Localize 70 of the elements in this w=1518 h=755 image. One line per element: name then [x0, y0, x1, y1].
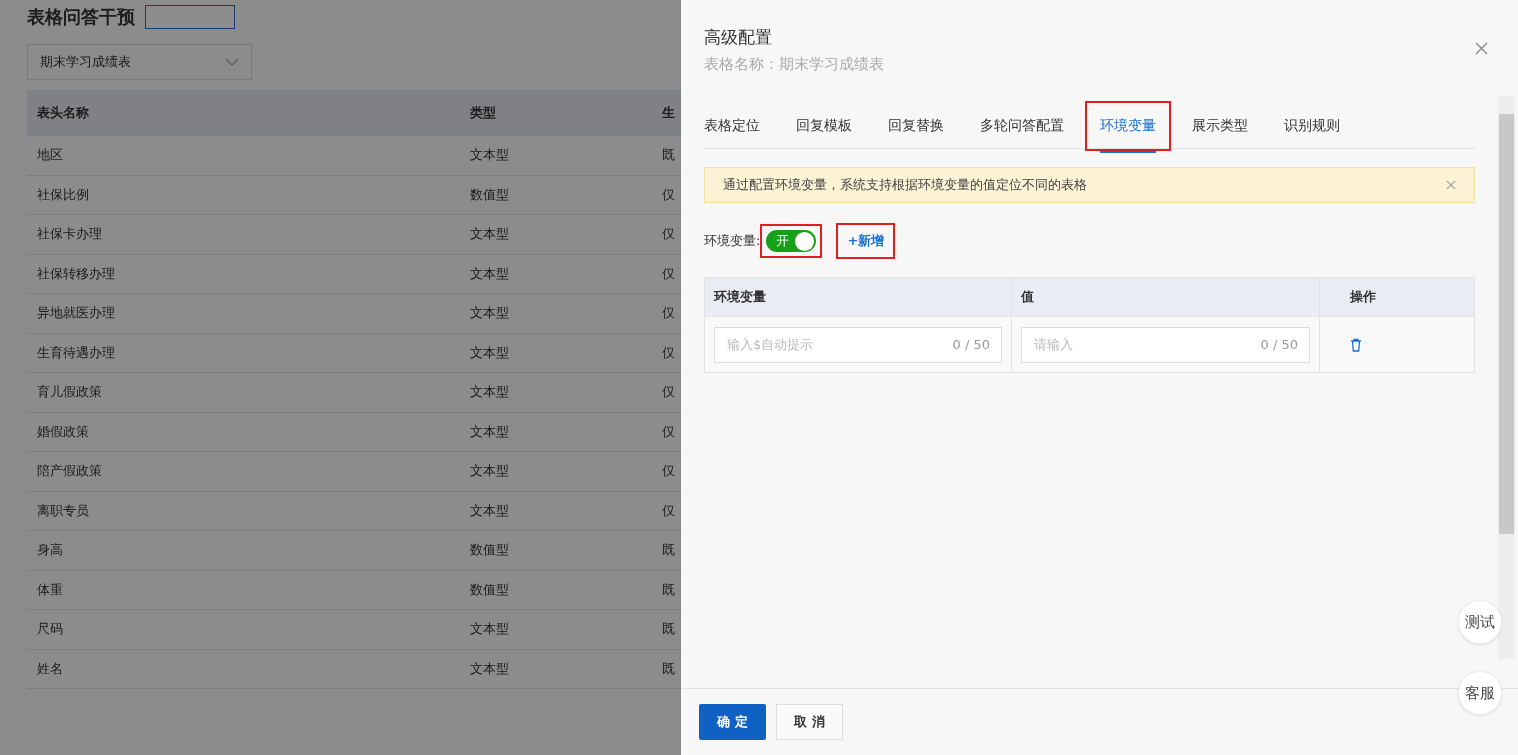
table-cell-text: 仅 — [662, 383, 676, 402]
table-cell-text: 仅 — [662, 501, 676, 520]
drawer-title: 高级配置 — [704, 26, 773, 49]
tab[interactable]: 回复替换 — [875, 110, 957, 142]
alert-text: 通过配置环境变量，系统支持根据环境变量的值定位不同的表格 — [723, 176, 1087, 194]
table-cell-text: 生育待遇办理 — [36, 343, 116, 362]
table-cell-text: 文本型 — [470, 422, 510, 441]
close-icon[interactable] — [1475, 42, 1488, 55]
table-cell-text: 仅 — [662, 304, 676, 323]
chevron-down-icon — [225, 58, 239, 66]
scrollbar[interactable] — [1498, 96, 1515, 659]
table-cell-text: 文本型 — [470, 146, 510, 165]
table-cell-text: 仅 — [662, 343, 676, 362]
table-cell-text: 身高 — [36, 541, 64, 560]
column-header: 生 — [662, 103, 676, 122]
character-count: 0 / 50 — [1260, 336, 1298, 352]
tab[interactable]: 识别规则 — [1271, 110, 1353, 142]
add-link[interactable]: +新增 — [838, 225, 894, 257]
table-cell-text: 既 — [662, 659, 676, 678]
close-icon[interactable] — [1446, 180, 1456, 190]
delete-icon[interactable] — [1350, 337, 1362, 352]
table-cell-text: 文本型 — [470, 501, 510, 520]
table-cell-text: 地区 — [36, 146, 64, 165]
table-cell-text: 仅 — [662, 422, 676, 441]
column-header: 表头名称 — [36, 103, 90, 122]
tab[interactable]: 回复模板 — [783, 110, 865, 142]
table-cell-text: 既 — [662, 620, 676, 639]
table-cell-text: 离职专员 — [36, 501, 90, 520]
table-cell-text: 既 — [662, 541, 676, 560]
table-cell-text: 数值型 — [470, 580, 510, 599]
table-cell-text: 文本型 — [470, 225, 510, 244]
table-cell-text: 文本型 — [470, 462, 510, 481]
table-select[interactable]: 期末学习成绩表 — [27, 44, 252, 80]
table-cell-text: 文本型 — [470, 264, 510, 283]
table-cell-text: 育儿假政策 — [36, 383, 103, 402]
table-cell-text: 社保转移办理 — [36, 264, 116, 283]
title-tab-button[interactable] — [145, 5, 235, 29]
cancel-button[interactable]: 取 消 — [776, 704, 843, 740]
column-header: 类型 — [470, 103, 497, 122]
switch-label: 环境变量: — [704, 232, 761, 250]
tab[interactable]: 展示类型 — [1179, 110, 1261, 142]
table-cell-text: 社保比例 — [36, 185, 90, 204]
table-cell-text: 陪产假政策 — [36, 462, 103, 481]
table-cell-text: 体重 — [36, 580, 64, 599]
table-cell-text: 仅 — [662, 225, 676, 244]
table-cell-text: 姓名 — [36, 659, 64, 678]
column-header: 值 — [1012, 278, 1320, 316]
table-cell-text: 仅 — [662, 264, 676, 283]
table-cell-text: 仅 — [662, 185, 676, 204]
column-header: 操作 — [1349, 288, 1377, 306]
table-cell-text: 数值型 — [470, 185, 510, 204]
drawer-subtitle: 表格名称：期末学习成绩表 — [704, 55, 884, 74]
confirm-button[interactable]: 确 定 — [699, 704, 766, 740]
tab[interactable]: 表格定位 — [704, 110, 773, 142]
tab[interactable]: 多轮问答配置 — [967, 110, 1077, 142]
table-cell-text: 异地就医办理 — [36, 304, 116, 323]
table-cell-text: 既 — [662, 146, 676, 165]
table-cell-text: 文本型 — [470, 620, 510, 639]
table-cell-text: 数值型 — [470, 541, 510, 560]
table-cell-text: 尺码 — [36, 620, 64, 639]
character-count: 0 / 50 — [952, 336, 990, 352]
table-cell-text: 社保卡办理 — [36, 225, 103, 244]
table-cell-text: 仅 — [662, 462, 676, 481]
table-cell-text: 婚假政策 — [36, 422, 90, 441]
table-cell-text: 文本型 — [470, 343, 510, 362]
table-cell-text: 文本型 — [470, 383, 510, 402]
table-cell-text: 文本型 — [470, 304, 510, 323]
table-cell-text: 文本型 — [470, 659, 510, 678]
table-cell-text: 既 — [662, 580, 676, 599]
column-header: 环境变量 — [705, 278, 1012, 316]
